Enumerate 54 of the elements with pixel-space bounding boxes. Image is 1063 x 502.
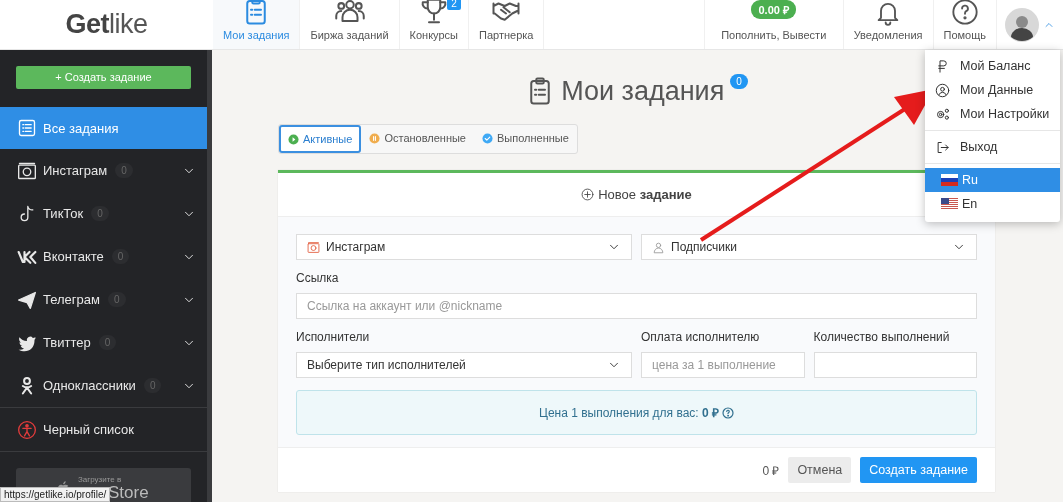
- pause-icon: [369, 132, 381, 144]
- field-label: Оплата исполнителю: [641, 330, 761, 344]
- language-option[interactable]: En: [925, 192, 1060, 216]
- accessibility-icon: [17, 419, 37, 440]
- paper-plane-icon: [17, 289, 37, 310]
- notifications-button[interactable]: Уведомления: [842, 0, 933, 49]
- sidebar-item[interactable]: Черный список: [0, 408, 207, 451]
- field-label: Исполнители: [296, 330, 371, 344]
- cancel-button[interactable]: Отмена: [788, 457, 852, 483]
- field-label: Ссылка: [296, 271, 340, 285]
- list-icon: [17, 118, 37, 138]
- getlike-logo[interactable]: Getlike: [65, 9, 148, 40]
- performers-select[interactable]: Выберите тип исполнителей: [296, 352, 632, 378]
- status-tooltip: https://getlike.io/profile/: [0, 487, 111, 502]
- plus-circle-icon: [581, 188, 595, 201]
- platform-select[interactable]: Инстаграм: [296, 234, 632, 260]
- count-badge: 0: [730, 74, 748, 89]
- price-info: Цена 1 выполнения для вас: 0 ₽: [539, 405, 719, 421]
- play-icon: [288, 133, 299, 145]
- filter-tab[interactable]: Остановленные: [361, 125, 474, 151]
- camera-icon: [17, 160, 37, 181]
- quantity-input[interactable]: [813, 352, 977, 378]
- avatar[interactable]: [1005, 7, 1039, 42]
- menu-item[interactable]: Выход: [925, 135, 1060, 159]
- count-badge: 2: [447, 0, 461, 10]
- nav-tab[interactable]: Биржа заданий: [300, 0, 400, 49]
- help-icon: [722, 406, 734, 419]
- help-button[interactable]: Помощь: [932, 0, 996, 49]
- task-type-select[interactable]: Подписчики: [641, 234, 977, 260]
- total-price: 0 ₽: [762, 462, 780, 479]
- russia-flag-icon: [941, 174, 958, 186]
- balance-button[interactable]: 0.00 ₽ Пополнить, Вывести: [703, 0, 843, 49]
- badge-caption: Загрузите в: [78, 475, 123, 484]
- page-title: Мои задания: [561, 75, 725, 107]
- ruble-icon: [935, 58, 950, 74]
- check-icon: [482, 132, 493, 144]
- user-icon: [935, 82, 950, 98]
- balance-amount: 0.00 ₽: [751, 0, 796, 19]
- help-icon: [950, 0, 979, 26]
- gears-icon: [935, 106, 950, 122]
- logout-icon: [935, 139, 950, 155]
- menu-item[interactable]: Мои Настройки: [925, 102, 1060, 126]
- filter-tab[interactable]: Активные: [279, 125, 362, 153]
- camera-icon: [307, 240, 320, 254]
- field-label: Количество выполнений: [813, 330, 951, 344]
- nav-tab[interactable]: Мои задания: [213, 0, 301, 49]
- filter-tab[interactable]: Выполненные: [474, 125, 577, 151]
- person-icon: [652, 240, 665, 254]
- nav-tab[interactable]: 2 Конкурсы: [399, 0, 469, 49]
- menu-item[interactable]: Мой Баланс: [925, 54, 1060, 78]
- usa-flag-icon: [941, 198, 958, 210]
- nav-tab[interactable]: Партнерка: [469, 0, 545, 49]
- form-heading[interactable]: Новое задание: [598, 187, 692, 202]
- menu-item[interactable]: Мои Данные: [925, 78, 1060, 102]
